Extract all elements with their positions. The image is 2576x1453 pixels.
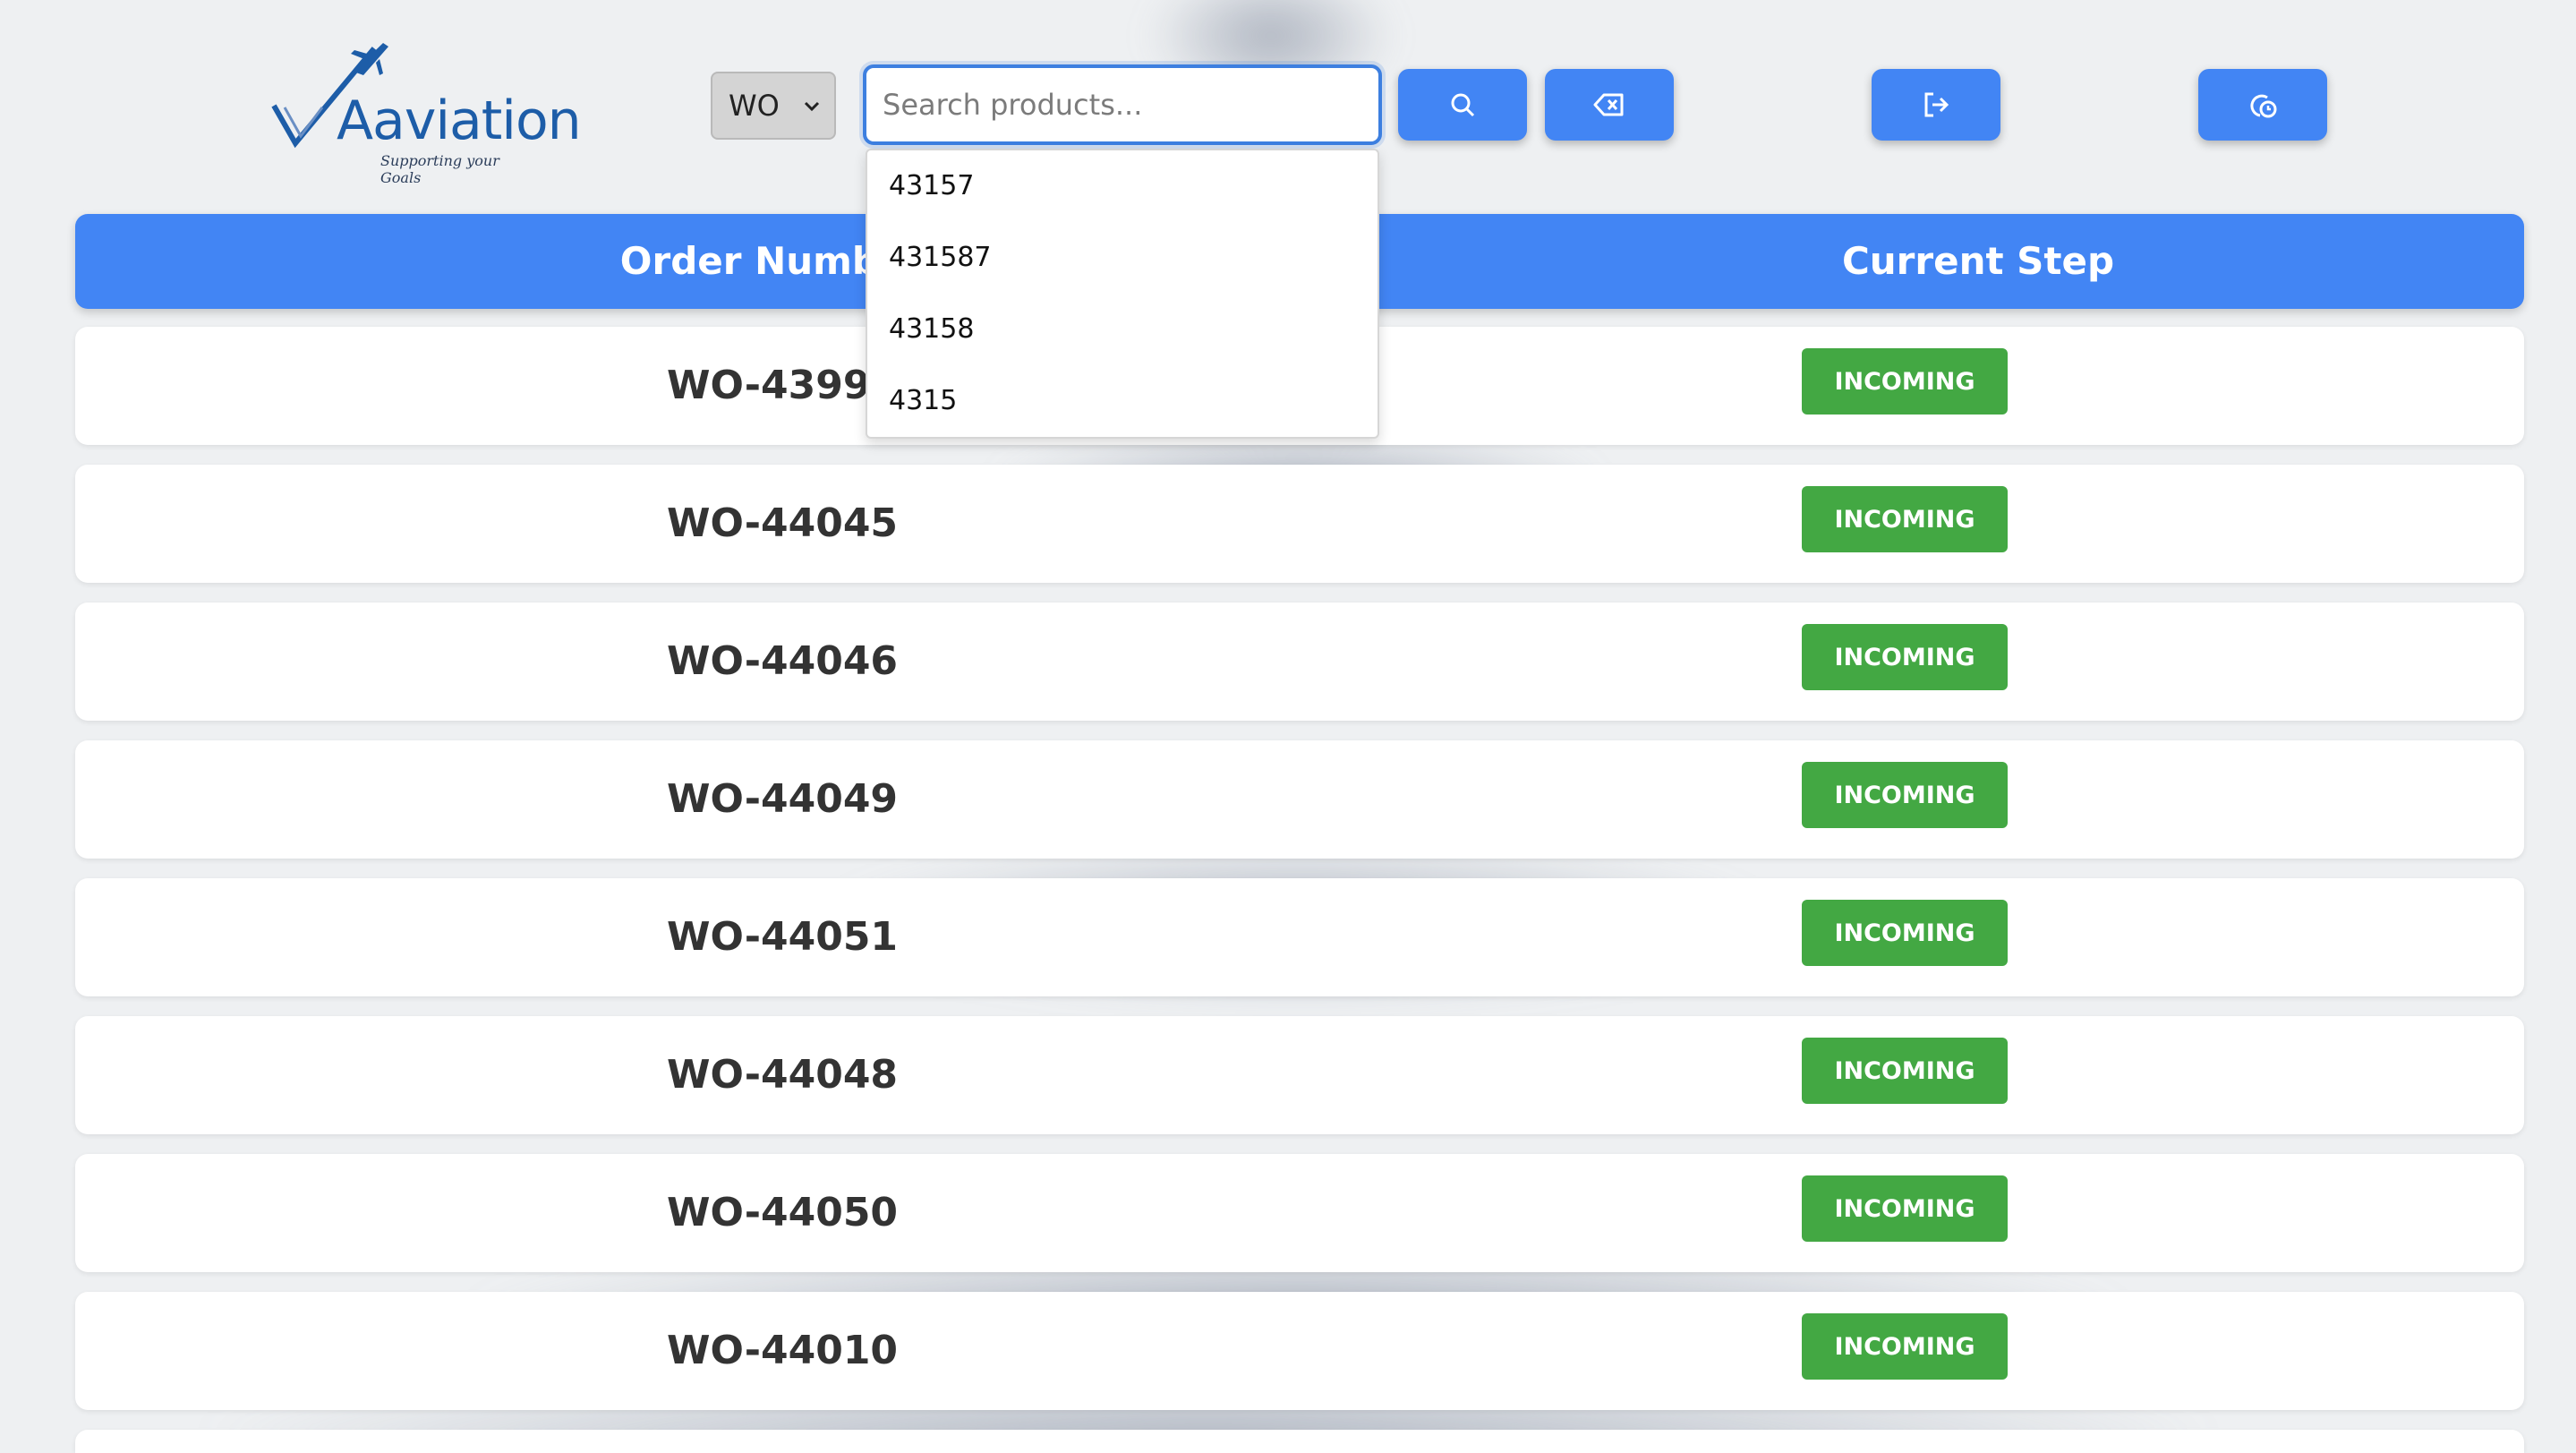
table-row[interactable]: WO-44051 INCOMING <box>75 878 2524 996</box>
search-icon <box>1451 93 1475 117</box>
brand-tagline: Supporting your Goals <box>380 152 499 186</box>
table-row[interactable]: WO-44045 INCOMING <box>75 465 2524 583</box>
search-button[interactable] <box>1398 69 1527 141</box>
table-row[interactable]: WO-44048 INCOMING <box>75 1016 2524 1134</box>
clear-button[interactable] <box>1545 69 1674 141</box>
table-row[interactable]: WO-44050 INCOMING <box>75 1154 2524 1272</box>
table-row-partial[interactable] <box>75 1430 2524 1453</box>
chevron-down-icon <box>804 101 820 112</box>
status-badge: INCOMING <box>1802 348 2008 415</box>
order-number: WO-44048 <box>666 1052 899 1098</box>
logout-button[interactable] <box>1872 69 2000 141</box>
status-badge: INCOMING <box>1802 1313 2008 1380</box>
suggestion-item[interactable]: 4315 <box>867 365 1378 437</box>
status-badge: INCOMING <box>1802 900 2008 966</box>
order-number: WO-44010 <box>666 1328 899 1373</box>
aaviation-logo: Aaviation Supporting your Goals <box>269 36 582 186</box>
table-row[interactable]: WO-44046 INCOMING <box>75 603 2524 721</box>
order-number: WO-44051 <box>666 914 899 960</box>
order-number: WO-44049 <box>666 776 899 822</box>
status-badge: INCOMING <box>1802 486 2008 552</box>
history-button[interactable] <box>2198 69 2327 141</box>
table-row[interactable]: WO-44010 INCOMING <box>75 1292 2524 1410</box>
status-badge: INCOMING <box>1802 1038 2008 1104</box>
status-badge: INCOMING <box>1802 624 2008 690</box>
order-type-value: WO <box>729 89 780 123</box>
brand-name: Aaviation <box>337 90 582 152</box>
table-row[interactable]: WO-44049 INCOMING <box>75 740 2524 859</box>
order-number: WO-44045 <box>666 500 899 546</box>
suggestion-item[interactable]: 43157 <box>867 150 1378 222</box>
sign-out-icon <box>1924 92 1949 117</box>
backspace-icon <box>1593 93 1624 116</box>
clock-history-icon <box>2250 94 2277 118</box>
order-number: WO-44050 <box>666 1190 899 1235</box>
status-badge: INCOMING <box>1802 762 2008 828</box>
search-suggestions-dropdown: 43157 431587 43158 4315 <box>866 149 1379 439</box>
order-number: WO-44046 <box>666 638 899 684</box>
order-type-select[interactable]: WO <box>711 72 836 140</box>
suggestion-item[interactable]: 43158 <box>867 294 1378 365</box>
search-input[interactable] <box>863 64 1382 145</box>
column-header-current-step[interactable]: Current Step <box>1710 214 2247 309</box>
status-badge: INCOMING <box>1802 1175 2008 1242</box>
suggestion-item[interactable]: 431587 <box>867 222 1378 294</box>
